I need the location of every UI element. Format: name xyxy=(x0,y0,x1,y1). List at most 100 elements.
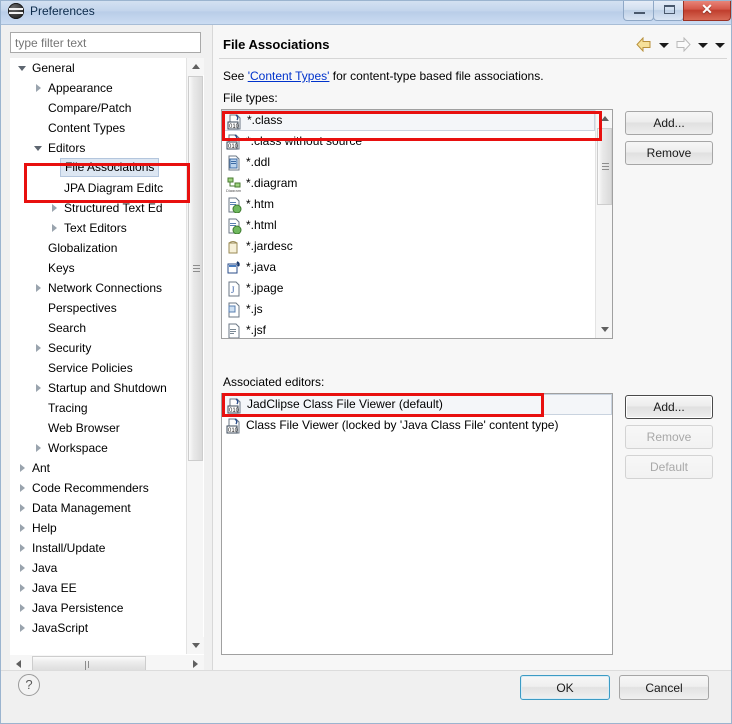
tree-item-perspectives[interactable]: Perspectives xyxy=(10,298,186,318)
tree-item-search[interactable]: Search xyxy=(10,318,186,338)
forward-dropdown-icon[interactable] xyxy=(696,38,709,51)
cancel-button[interactable]: Cancel xyxy=(619,675,709,700)
tree-item-keys[interactable]: Keys xyxy=(10,258,186,278)
tree-item-service-policies[interactable]: Service Policies xyxy=(10,358,186,378)
view-menu-icon[interactable] xyxy=(713,38,726,51)
tree-expand-icon[interactable] xyxy=(18,64,27,73)
tree-item-general[interactable]: General xyxy=(10,58,186,78)
file-type-row[interactable]: J *.jpage xyxy=(222,278,595,299)
tree-hscrollbar-thumb[interactable] xyxy=(32,656,146,675)
tree-collapse-icon[interactable] xyxy=(50,204,59,213)
tree-collapse-icon[interactable] xyxy=(18,584,27,593)
back-dropdown-icon[interactable] xyxy=(657,38,670,51)
help-button[interactable]: ? xyxy=(18,674,40,696)
tree-collapse-icon[interactable] xyxy=(18,464,27,473)
tree-collapse-icon[interactable] xyxy=(34,84,43,93)
tree-item-content-types[interactable]: Content Types xyxy=(10,118,186,138)
tree-collapse-icon[interactable] xyxy=(18,624,27,633)
tree-collapse-icon[interactable] xyxy=(34,344,43,353)
tree-collapse-icon[interactable] xyxy=(18,604,27,613)
tree-item-label: Startup and Shutdown xyxy=(48,381,167,395)
window-title: Preferences xyxy=(30,4,95,18)
tree-item-java[interactable]: Java xyxy=(10,558,186,578)
tree-item-help[interactable]: Help xyxy=(10,518,186,538)
tree-item-data-management[interactable]: Data Management xyxy=(10,498,186,518)
file-type-label: *.html xyxy=(246,218,277,232)
tree-collapse-icon[interactable] xyxy=(34,284,43,293)
file-types-scroll-down-icon[interactable] xyxy=(596,321,612,338)
page-navigation xyxy=(635,36,726,53)
tree-item-java-ee[interactable]: Java EE xyxy=(10,578,186,598)
tree-collapse-icon[interactable] xyxy=(34,384,43,393)
class-file-icon: 010 xyxy=(227,398,243,414)
maximize-button[interactable] xyxy=(653,0,684,21)
content-types-description: See 'Content Types' for content-type bas… xyxy=(223,69,544,83)
associated-editor-row[interactable]: 010 JadClipse Class File Viewer (default) xyxy=(222,394,612,415)
file-type-row[interactable]: *.html xyxy=(222,215,595,236)
tree-collapse-icon[interactable] xyxy=(50,224,59,233)
file-type-row[interactable]: *.jardesc xyxy=(222,236,595,257)
tree-item-java-persistence[interactable]: Java Persistence xyxy=(10,598,186,618)
editors-add-button[interactable]: Add... xyxy=(625,395,713,419)
tree-item-label: Security xyxy=(48,341,92,355)
tree-collapse-icon[interactable] xyxy=(18,484,27,493)
file-type-row[interactable]: 010 *.class without source xyxy=(222,131,595,152)
tree-collapse-icon[interactable] xyxy=(18,564,27,573)
preference-tree-list[interactable]: General Appearance Compare/Patch Content Ty… xyxy=(10,58,186,654)
file-types-remove-button[interactable]: Remove xyxy=(625,141,713,165)
filter-input[interactable] xyxy=(10,32,201,53)
file-type-row[interactable]: *.htm xyxy=(222,194,595,215)
tree-item-structured-text-ed[interactable]: Structured Text Ed xyxy=(10,198,186,218)
tree-item-workspace[interactable]: Workspace xyxy=(10,438,186,458)
file-type-row[interactable]: *.java xyxy=(222,257,595,278)
tree-item-install-update[interactable]: Install/Update xyxy=(10,538,186,558)
tree-scrollbar-thumb[interactable] xyxy=(188,76,203,461)
scrollbar-grip-icon xyxy=(193,264,200,273)
tree-item-globalization[interactable]: Globalization xyxy=(10,238,186,258)
associated-editors-listbox[interactable]: 010 JadClipse Class File Viewer (default)… xyxy=(221,393,613,655)
tree-collapse-icon[interactable] xyxy=(18,504,27,513)
tree-vertical-scrollbar[interactable] xyxy=(186,58,204,654)
back-arrow-icon[interactable] xyxy=(635,36,653,53)
tree-item-appearance[interactable]: Appearance xyxy=(10,78,186,98)
tree-scroll-up-icon[interactable] xyxy=(187,58,204,75)
tree-collapse-icon[interactable] xyxy=(18,524,27,533)
tree-collapse-icon[interactable] xyxy=(18,544,27,553)
tree-item-text-editors[interactable]: Text Editors xyxy=(10,218,186,238)
tree-item-web-browser[interactable]: Web Browser xyxy=(10,418,186,438)
tree-scroll-down-icon[interactable] xyxy=(187,637,204,654)
file-types-listbox[interactable]: 010 *.class 010 *.class without source *.ddl… xyxy=(221,109,613,339)
file-type-label: *.jsf xyxy=(246,323,267,337)
tree-expand-icon[interactable] xyxy=(34,144,43,153)
tree-item-file-associations[interactable]: File Associations xyxy=(10,158,186,178)
file-type-row[interactable]: 010 *.class xyxy=(222,110,595,131)
file-type-row[interactable]: Diagram *.diagram xyxy=(222,173,595,194)
tree-item-code-recommenders[interactable]: Code Recommenders xyxy=(10,478,186,498)
content-types-link[interactable]: 'Content Types' xyxy=(248,69,330,83)
close-button[interactable]: ✕ xyxy=(683,0,731,21)
tree-collapse-icon[interactable] xyxy=(34,444,43,453)
ok-button[interactable]: OK xyxy=(520,675,610,700)
tree-item-startup-and-shutdown[interactable]: Startup and Shutdown xyxy=(10,378,186,398)
tree-item-security[interactable]: Security xyxy=(10,338,186,358)
associated-editor-label: JadClipse Class File Viewer (default) xyxy=(247,397,443,411)
tree-item-tracing[interactable]: Tracing xyxy=(10,398,186,418)
file-types-scroll-up-icon[interactable] xyxy=(596,110,612,127)
tree-item-javascript[interactable]: JavaScript xyxy=(10,618,186,638)
file-types-add-button[interactable]: Add... xyxy=(625,111,713,135)
file-types-scrollbar[interactable] xyxy=(595,110,612,338)
file-type-row[interactable]: *.jsf xyxy=(222,320,595,338)
tree-item-ant[interactable]: Ant xyxy=(10,458,186,478)
associated-editors-list[interactable]: 010 JadClipse Class File Viewer (default)… xyxy=(222,394,612,436)
minimize-button[interactable] xyxy=(623,0,654,21)
file-types-list[interactable]: 010 *.class 010 *.class without source *.ddl… xyxy=(222,110,595,338)
tree-item-jpa-diagram-editc[interactable]: JPA Diagram Editc xyxy=(10,178,186,198)
file-type-row[interactable]: *.ddl xyxy=(222,152,595,173)
file-type-row[interactable]: *.js xyxy=(222,299,595,320)
class-file-icon: 010 xyxy=(227,114,243,130)
tree-item-editors[interactable]: Editors xyxy=(10,138,186,158)
tree-item-compare-patch[interactable]: Compare/Patch xyxy=(10,98,186,118)
file-types-scrollbar-thumb[interactable] xyxy=(597,128,612,205)
tree-item-network-connections[interactable]: Network Connections xyxy=(10,278,186,298)
associated-editor-row[interactable]: 010 Class File Viewer (locked by 'Java Cl… xyxy=(222,415,612,436)
